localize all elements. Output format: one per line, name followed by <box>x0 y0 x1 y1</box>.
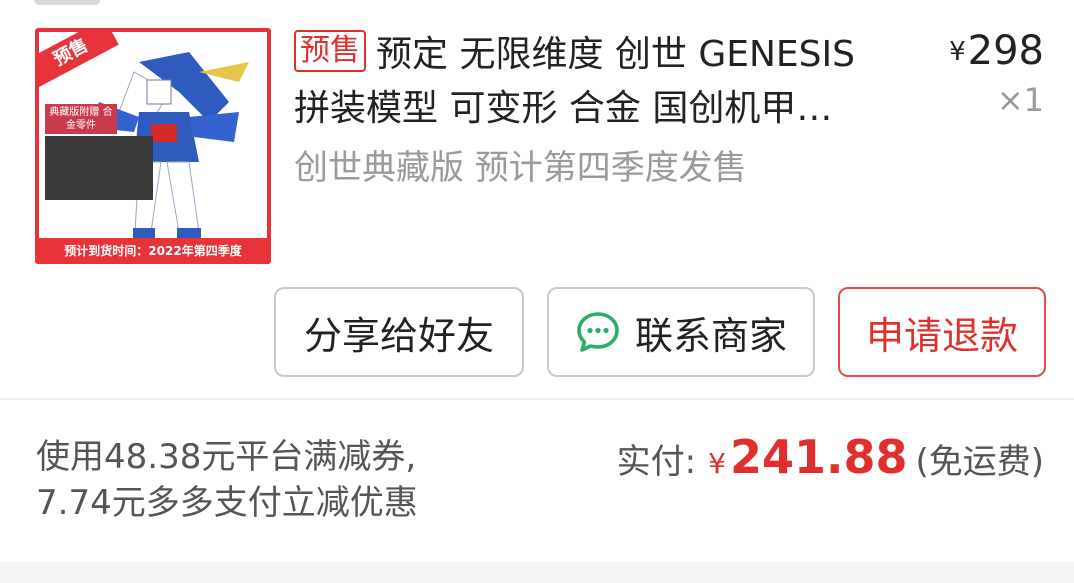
presale-badge: 预售 <box>294 30 366 72</box>
section-divider <box>0 398 1074 400</box>
refund-button-label: 申请退款 <box>865 313 1018 358</box>
share-to-friend-button[interactable]: 分享给好友 <box>274 287 524 377</box>
unit-price: ¥298 <box>949 26 1044 77</box>
contact-button-label: 联系商家 <box>634 313 787 358</box>
shipping-note: (免运费) <box>915 442 1044 482</box>
request-refund-button[interactable]: 申请退款 <box>838 287 1046 377</box>
accessory-parts-image <box>45 136 153 200</box>
product-title-line-2[interactable]: 拼装模型 可变形 合金 国创机甲… <box>294 82 914 136</box>
thumbnail-arrival-banner: 预计到货时间：2022年第四季度 <box>35 238 271 264</box>
paid-label: 实付: <box>616 442 697 482</box>
product-spec: 创世典藏版 预计第四季度发售 <box>294 148 747 188</box>
product-title-text: 预定 无限维度 创世 GENESIS <box>376 34 855 75</box>
price-currency: ¥ <box>949 37 966 67</box>
chat-bubble-icon <box>575 309 621 355</box>
discount-info: 使用48.38元平台满减券, 7.74元多多支付立减优惠 <box>36 434 418 526</box>
product-thumbnail[interactable]: 典藏版附赠 合金零件 预售 预计到货时间：2022年第四季度 <box>35 28 271 264</box>
product-title-line-1[interactable]: 预售 预定 无限维度 创世 GENESIS <box>294 28 914 82</box>
contact-merchant-button[interactable]: 联系商家 <box>547 287 815 377</box>
quantity: ×1 <box>996 81 1044 119</box>
section-gap <box>0 562 1074 583</box>
discount-line-2: 7.74元多多支付立减优惠 <box>36 483 418 523</box>
discount-line-1: 使用48.38元平台满减券, <box>36 437 417 477</box>
share-button-label: 分享给好友 <box>303 313 494 358</box>
amount-paid: 实付: ¥ 241.88 (免运费) <box>617 430 1044 491</box>
paid-amount: 241.88 <box>729 430 908 484</box>
order-item-card: 典藏版附赠 合金零件 预售 预计到货时间：2022年第四季度 预售 预定 无限维度… <box>0 0 1074 400</box>
product-image-note: 典藏版附赠 合金零件 <box>45 104 117 134</box>
paid-currency: ¥ <box>708 447 726 480</box>
price-value: 298 <box>967 28 1044 74</box>
